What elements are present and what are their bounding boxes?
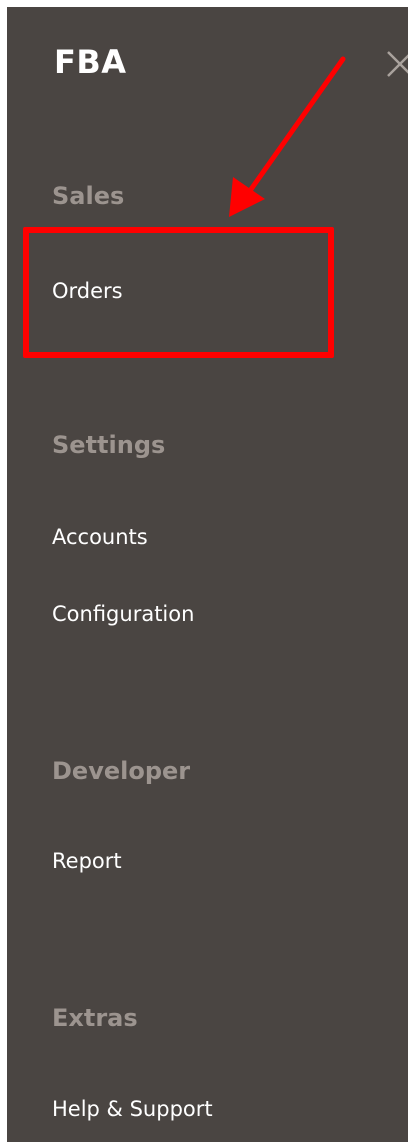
section-heading-settings: Settings [52,431,166,459]
panel-title: FBA [54,43,127,81]
section-heading-extras: Extras [52,1004,138,1032]
menu-item-help-support[interactable]: Help & Support [52,1097,213,1121]
section-heading-sales: Sales [52,182,125,210]
menu-panel: FBA Sales Orders Settings Accounts Confi… [7,7,408,1142]
menu-item-accounts[interactable]: Accounts [52,525,148,549]
menu-item-report[interactable]: Report [52,849,122,873]
close-icon[interactable] [385,49,408,79]
section-heading-developer: Developer [52,757,191,785]
menu-item-orders[interactable]: Orders [52,279,123,303]
menu-item-configuration[interactable]: Configuration [52,602,194,626]
